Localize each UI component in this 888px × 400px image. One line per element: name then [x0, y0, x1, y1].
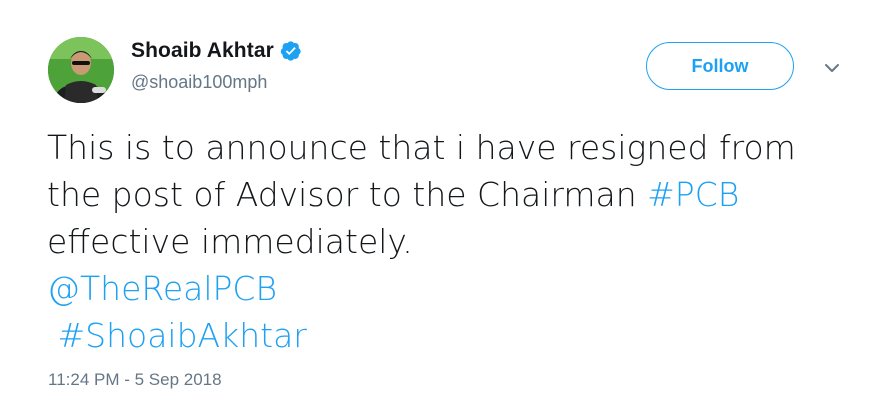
tweet-line: effective immediately.: [47, 222, 413, 261]
hashtag-link-shoaibakhtar[interactable]: #ShoaibAkhtar: [47, 316, 306, 355]
follow-button[interactable]: Follow: [646, 42, 794, 90]
author-name-row[interactable]: Shoaib Akhtar: [131, 39, 302, 63]
tweet-line: the post of Advisor to the Chairman #PCB: [47, 171, 867, 218]
tweet-line-text: the post of Advisor to the Chairman: [47, 175, 648, 214]
author-handle[interactable]: @shoaib100mph: [131, 72, 267, 93]
avatar-image: [48, 37, 114, 103]
tweet-text: This is to announce that i have resigned…: [47, 124, 867, 359]
avatar[interactable]: [48, 37, 114, 103]
mention-link[interactable]: @TheRealPCB: [47, 269, 277, 308]
hashtag-link-pcb[interactable]: #PCB: [647, 175, 739, 214]
tweet-line: #ShoaibAkhtar: [47, 312, 867, 359]
chevron-down-icon[interactable]: [820, 58, 844, 78]
tweet-line: This is to announce that i have resigned…: [47, 128, 796, 167]
tweet-line: @TheRealPCB: [47, 265, 867, 312]
author-display-name[interactable]: Shoaib Akhtar: [131, 39, 274, 63]
verified-badge-icon: [280, 40, 302, 62]
tweet-timestamp[interactable]: 11:24 PM - 5 Sep 2018: [48, 370, 222, 390]
